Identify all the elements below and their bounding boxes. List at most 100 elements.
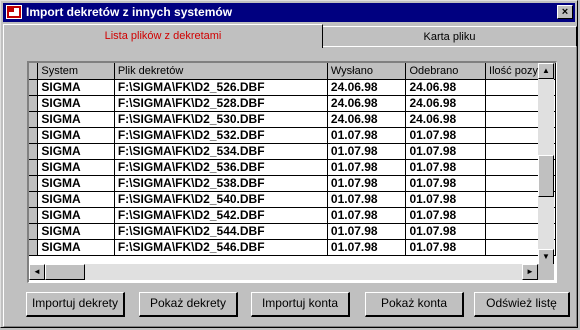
cell-sent[interactable]: 24.06.98: [327, 95, 407, 112]
row-indicator[interactable]: [29, 159, 39, 176]
arrow-left-icon: ◄: [33, 267, 41, 276]
show-accounts-button[interactable]: Pokaż konta: [365, 292, 464, 317]
cell-sent[interactable]: 01.07.98: [327, 207, 407, 224]
cell-received[interactable]: 01.07.98: [405, 143, 487, 160]
table-row[interactable]: SIGMA F:\SIGMA\FK\D2_528.DBF 24.06.98 24.06…: [29, 95, 556, 112]
table-row[interactable]: SIGMA F:\SIGMA\FK\D2_530.DBF 24.06.98 24.06…: [29, 111, 556, 128]
vertical-scrollbar[interactable]: ▲ ▼: [538, 63, 554, 265]
import-dialog: Import dekretów z innych systemów × List…: [0, 0, 578, 328]
cell-file[interactable]: F:\SIGMA\FK\D2_546.DBF: [114, 239, 328, 256]
cell-sent[interactable]: 01.07.98: [327, 143, 407, 160]
cell-received[interactable]: 01.07.98: [405, 127, 487, 144]
table-row[interactable]: SIGMA F:\SIGMA\FK\D2_540.DBF 01.07.98 01.07…: [29, 191, 556, 208]
cell-received[interactable]: 01.07.98: [405, 191, 487, 208]
cell-file[interactable]: F:\SIGMA\FK\D2_544.DBF: [114, 223, 328, 240]
cell-received[interactable]: 01.07.98: [405, 207, 487, 224]
cell-sent[interactable]: 01.07.98: [327, 191, 407, 208]
cell-sent[interactable]: 01.07.98: [327, 127, 407, 144]
cell-sent[interactable]: 01.07.98: [327, 223, 407, 240]
row-indicator[interactable]: [29, 111, 39, 128]
cell-file[interactable]: F:\SIGMA\FK\D2_528.DBF: [114, 95, 328, 112]
header-row: System Plik dekretów Wysłano Odebrano Il…: [29, 63, 556, 80]
scroll-right-button[interactable]: ►: [522, 264, 538, 280]
row-indicator[interactable]: [29, 95, 39, 112]
import-accounts-button[interactable]: Importuj konta: [251, 292, 350, 317]
cell-file[interactable]: F:\SIGMA\FK\D2_534.DBF: [114, 143, 328, 160]
cell-system[interactable]: SIGMA: [37, 159, 115, 176]
column-header-received[interactable]: Odebrano: [405, 63, 487, 80]
table-row[interactable]: SIGMA F:\SIGMA\FK\D2_538.DBF 01.07.98 01.07…: [29, 175, 556, 192]
table-row[interactable]: SIGMA F:\SIGMA\FK\D2_542.DBF 01.07.98 01.07…: [29, 207, 556, 224]
cell-sent[interactable]: 24.06.98: [327, 79, 407, 96]
scroll-up-button[interactable]: ▲: [538, 63, 554, 79]
cell-sent[interactable]: 01.07.98: [327, 159, 407, 176]
cell-file[interactable]: F:\SIGMA\FK\D2_538.DBF: [114, 175, 328, 192]
cell-sent[interactable]: 01.07.98: [327, 175, 407, 192]
table-row[interactable]: SIGMA F:\SIGMA\FK\D2_536.DBF 01.07.98 01.07…: [29, 159, 556, 176]
app-icon: [6, 5, 22, 19]
cell-system[interactable]: SIGMA: [37, 127, 115, 144]
cell-system[interactable]: SIGMA: [37, 239, 115, 256]
cell-file[interactable]: F:\SIGMA\FK\D2_536.DBF: [114, 159, 328, 176]
cell-file[interactable]: F:\SIGMA\FK\D2_532.DBF: [114, 127, 328, 144]
cell-system[interactable]: SIGMA: [37, 143, 115, 160]
cell-system[interactable]: SIGMA: [37, 191, 115, 208]
cell-received[interactable]: 24.06.98: [405, 95, 487, 112]
row-indicator[interactable]: [29, 191, 39, 208]
show-decrees-button[interactable]: Pokaż dekrety: [139, 292, 238, 317]
column-header-sent[interactable]: Wysłano: [327, 63, 407, 80]
table-row[interactable]: SIGMA F:\SIGMA\FK\D2_534.DBF 01.07.98 01.07…: [29, 143, 556, 160]
column-header-system[interactable]: System: [37, 63, 115, 80]
table-row[interactable]: SIGMA F:\SIGMA\FK\D2_532.DBF 01.07.98 01.07…: [29, 127, 556, 144]
scroll-down-button[interactable]: ▼: [538, 249, 554, 265]
close-icon: ×: [561, 6, 569, 18]
cell-file[interactable]: F:\SIGMA\FK\D2_542.DBF: [114, 207, 328, 224]
cell-system[interactable]: SIGMA: [37, 111, 115, 128]
cell-file[interactable]: F:\SIGMA\FK\D2_526.DBF: [114, 79, 328, 96]
horizontal-scrollbar[interactable]: ◄ ►: [29, 264, 538, 280]
cell-received[interactable]: 01.07.98: [405, 159, 487, 176]
table-row[interactable]: SIGMA F:\SIGMA\FK\D2_544.DBF 01.07.98 01.07…: [29, 223, 556, 240]
cell-system[interactable]: SIGMA: [37, 175, 115, 192]
files-grid[interactable]: System Plik dekretów Wysłano Odebrano Il…: [27, 61, 557, 283]
title-bar[interactable]: Import dekretów z innych systemów ×: [3, 3, 575, 22]
row-indicator-header: [29, 63, 39, 80]
cell-received[interactable]: 01.07.98: [405, 175, 487, 192]
cell-file[interactable]: F:\SIGMA\FK\D2_540.DBF: [114, 191, 328, 208]
window-title: Import dekretów z innych systemów: [26, 5, 233, 19]
cell-received[interactable]: 24.06.98: [405, 111, 487, 128]
tab-file-card[interactable]: Karta pliku: [323, 26, 577, 47]
cell-received[interactable]: 01.07.98: [405, 223, 487, 240]
cell-system[interactable]: SIGMA: [37, 95, 115, 112]
arrow-right-icon: ►: [526, 267, 534, 276]
row-indicator[interactable]: [29, 127, 39, 144]
close-button[interactable]: ×: [557, 5, 573, 19]
files-table: System Plik dekretów Wysłano Odebrano Il…: [29, 63, 556, 256]
cell-sent[interactable]: 01.07.98: [327, 239, 407, 256]
tab-strip: Lista plików z dekretami Karta pliku: [3, 24, 577, 48]
cell-file[interactable]: F:\SIGMA\FK\D2_530.DBF: [114, 111, 328, 128]
tab-file-list[interactable]: Lista plików z dekretami: [3, 24, 323, 48]
cell-system[interactable]: SIGMA: [37, 79, 115, 96]
horizontal-scroll-thumb[interactable]: [45, 264, 85, 280]
row-indicator[interactable]: [29, 79, 39, 96]
import-decrees-button[interactable]: Importuj dekrety: [26, 292, 125, 317]
cell-system[interactable]: SIGMA: [37, 223, 115, 240]
scrollbar-corner: [538, 264, 554, 280]
row-indicator[interactable]: [29, 143, 39, 160]
scroll-left-button[interactable]: ◄: [29, 264, 45, 280]
row-indicator[interactable]: [29, 239, 39, 256]
refresh-list-button[interactable]: Odśwież listę: [474, 292, 570, 317]
cell-received[interactable]: 01.07.98: [405, 239, 487, 256]
arrow-up-icon: ▲: [542, 66, 550, 75]
row-indicator[interactable]: [29, 223, 39, 240]
row-indicator[interactable]: [29, 175, 39, 192]
table-row[interactable]: SIGMA F:\SIGMA\FK\D2_546.DBF 01.07.98 01.07…: [29, 239, 556, 256]
table-row[interactable]: SIGMA F:\SIGMA\FK\D2_526.DBF 24.06.98 24.06…: [29, 79, 556, 96]
cell-system[interactable]: SIGMA: [37, 207, 115, 224]
cell-received[interactable]: 24.06.98: [405, 79, 487, 96]
vertical-scroll-thumb[interactable]: [538, 155, 554, 197]
row-indicator[interactable]: [29, 207, 39, 224]
column-header-file[interactable]: Plik dekretów: [114, 63, 328, 80]
cell-sent[interactable]: 24.06.98: [327, 111, 407, 128]
